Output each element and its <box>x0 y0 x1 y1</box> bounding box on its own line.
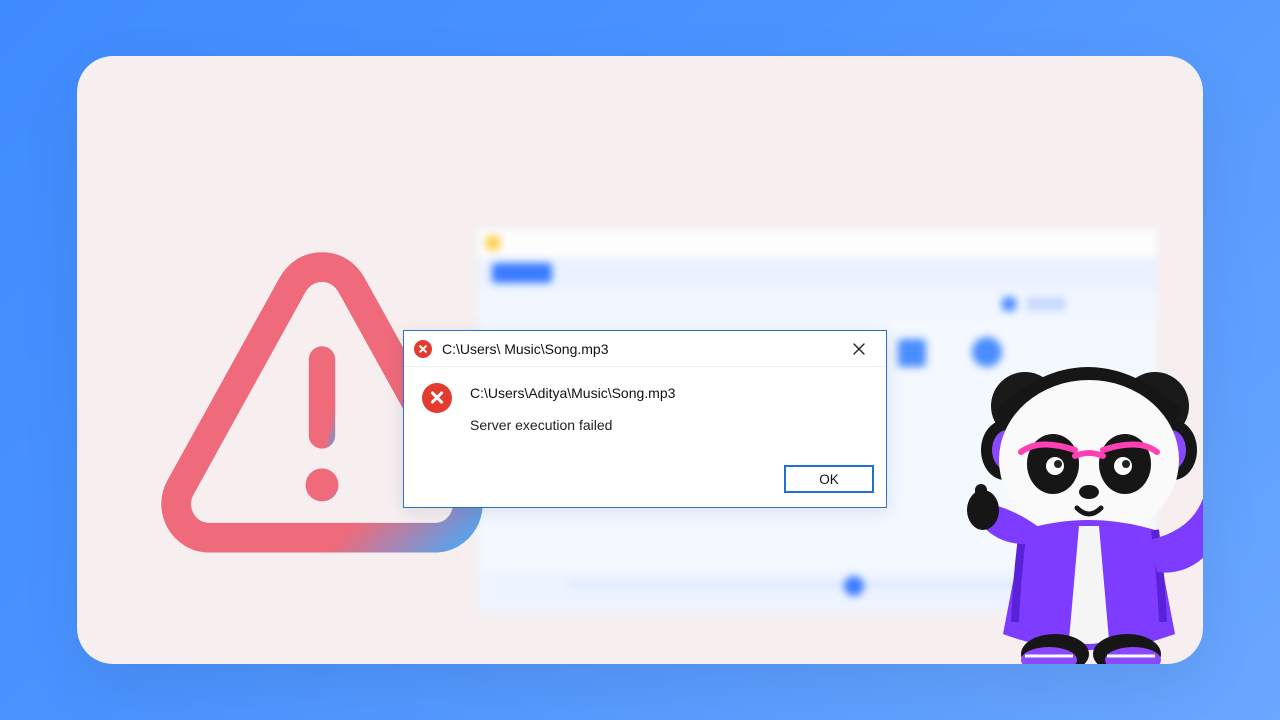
dialog-titlebar[interactable]: C:\Users\ Music\Song.mp3 <box>404 331 886 367</box>
close-button[interactable] <box>842 335 876 363</box>
error-circle-icon <box>414 340 432 358</box>
content-card: C:\Users\ Music\Song.mp3 C:\Users\Aditya… <box>77 56 1203 664</box>
error-file-path: C:\Users\Aditya\Music\Song.mp3 <box>470 385 675 401</box>
dialog-title: C:\Users\ Music\Song.mp3 <box>442 341 842 357</box>
error-message: Server execution failed <box>470 417 675 433</box>
error-circle-icon <box>422 383 452 413</box>
dialog-body: C:\Users\Aditya\Music\Song.mp3 Server ex… <box>404 367 886 455</box>
close-icon <box>853 343 865 355</box>
ok-button[interactable]: OK <box>784 465 874 493</box>
error-dialog: C:\Users\ Music\Song.mp3 C:\Users\Aditya… <box>403 330 887 508</box>
dialog-footer: OK <box>404 455 886 507</box>
